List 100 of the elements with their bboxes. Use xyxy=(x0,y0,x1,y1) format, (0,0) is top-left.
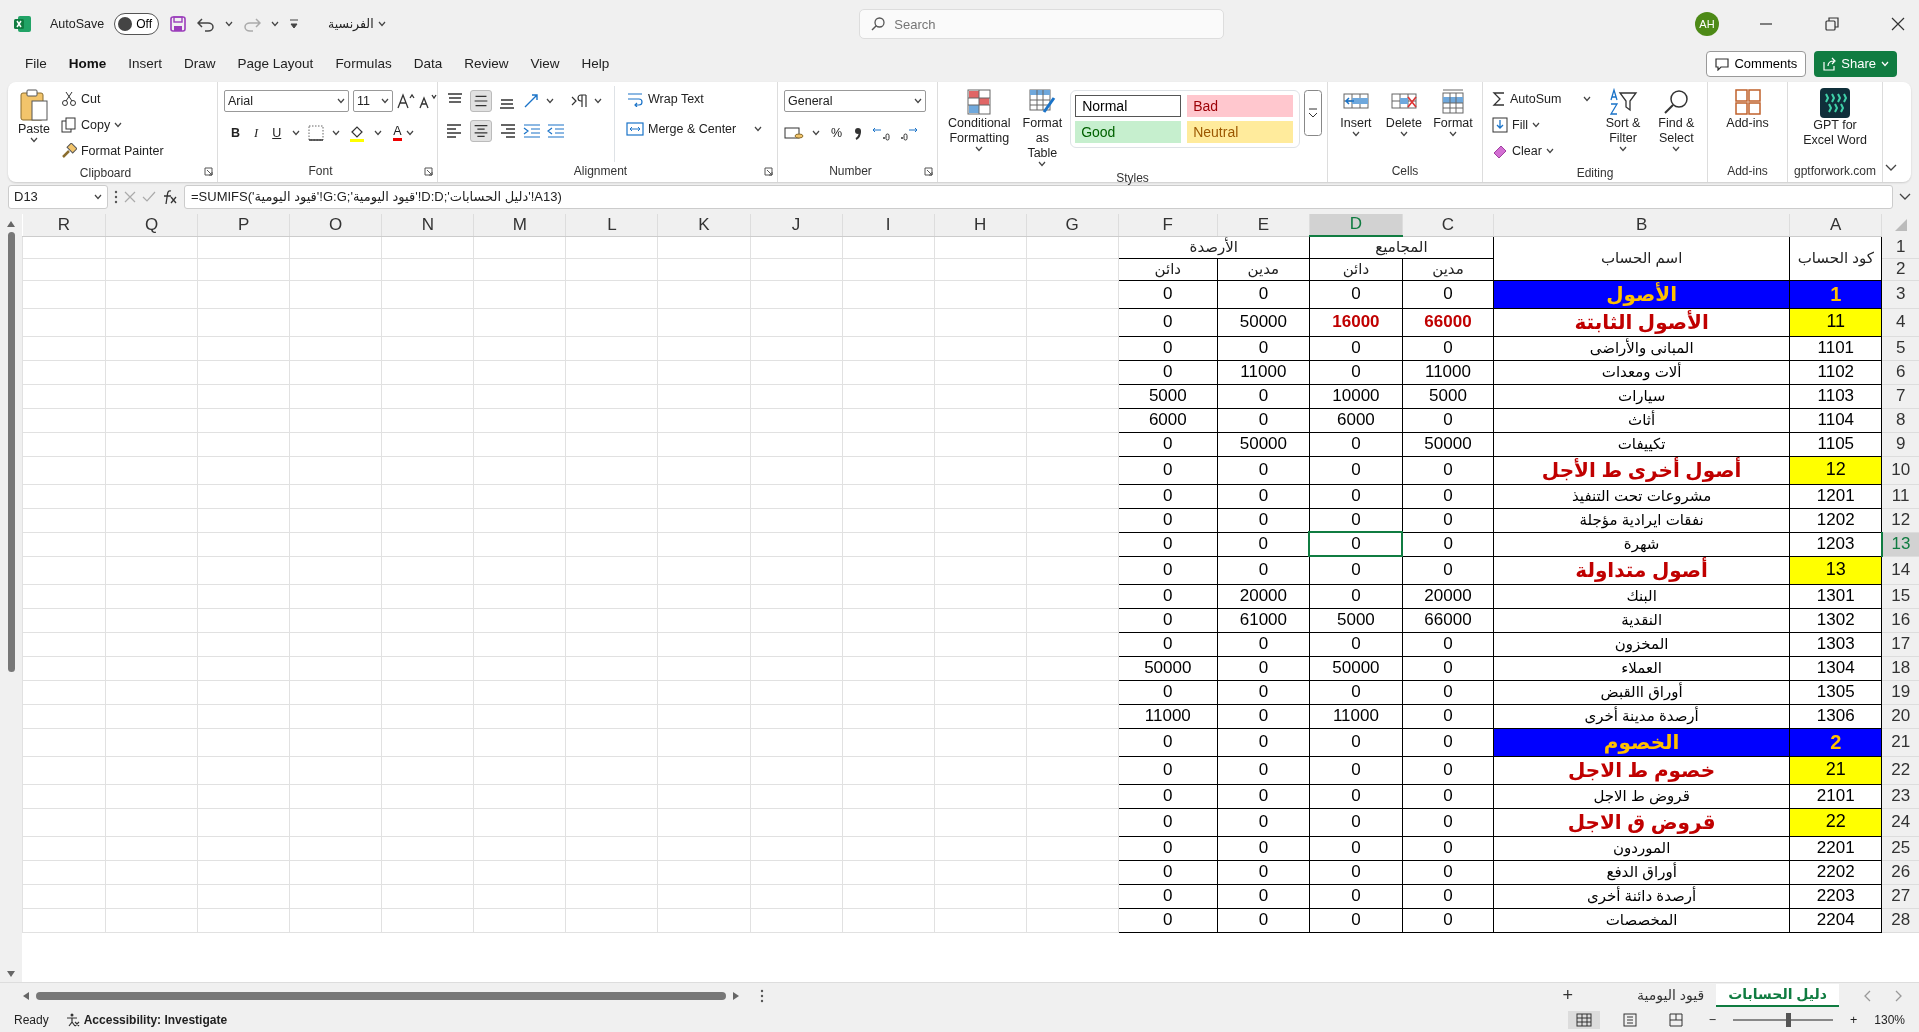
dialog-launcher-icon[interactable] xyxy=(204,167,213,176)
file-name-button[interactable]: الفرنسية xyxy=(325,11,389,37)
share-button[interactable]: Share xyxy=(1814,51,1897,77)
zoom-thumb[interactable] xyxy=(1786,1013,1791,1027)
menu-tab[interactable]: Draw xyxy=(173,49,227,79)
increase-indent-icon[interactable] xyxy=(522,122,542,140)
normal-view-button[interactable] xyxy=(1567,1011,1600,1029)
cell-style-option[interactable]: Normal xyxy=(1075,95,1182,117)
format-cells-button[interactable]: Format xyxy=(1430,86,1476,162)
column-header[interactable]: M xyxy=(473,214,566,236)
grow-font-icon[interactable] xyxy=(397,93,415,109)
menu-tab[interactable]: Help xyxy=(570,49,621,79)
menu-tab[interactable]: Data xyxy=(402,49,454,79)
menu-tab[interactable]: Formulas xyxy=(324,49,403,79)
column-header[interactable]: N xyxy=(381,214,474,236)
expand-formula-icon[interactable] xyxy=(1899,193,1911,201)
comma-style-icon[interactable] xyxy=(853,125,864,141)
copy-button[interactable]: Copy xyxy=(57,112,167,138)
avatar[interactable]: AH xyxy=(1695,12,1719,36)
center-align-icon[interactable] xyxy=(470,120,492,142)
italic-button[interactable]: I xyxy=(251,120,262,146)
delete-cells-button[interactable]: Delete xyxy=(1381,86,1426,162)
column-header[interactable]: G xyxy=(1026,214,1119,236)
column-header[interactable]: A xyxy=(1789,214,1882,236)
zoom-in-button[interactable]: + xyxy=(1847,1007,1861,1032)
scroll-down-icon[interactable] xyxy=(6,970,16,978)
column-header[interactable]: R xyxy=(22,214,106,236)
scrollbar-thumb[interactable] xyxy=(7,232,15,672)
number-format-field[interactable]: General xyxy=(784,90,926,112)
wrap-text-button[interactable]: Wrap Text xyxy=(623,86,766,112)
save-icon[interactable] xyxy=(169,15,187,33)
text-direction-icon[interactable] xyxy=(570,93,590,109)
bold-button[interactable]: B xyxy=(228,120,244,146)
column-header[interactable]: E xyxy=(1217,214,1310,236)
column-header[interactable]: D xyxy=(1309,214,1403,236)
more-options-icon[interactable] xyxy=(760,988,764,1003)
column-header[interactable]: B xyxy=(1493,214,1790,236)
dialog-launcher-icon[interactable] xyxy=(424,167,433,176)
underline-button[interactable]: U xyxy=(269,120,285,146)
column-header[interactable]: F xyxy=(1118,214,1218,236)
sheet-tab[interactable]: قيود اليومية xyxy=(1625,985,1717,1006)
sort-filter-button[interactable]: Sort & Filter xyxy=(1598,86,1648,164)
column-header[interactable]: L xyxy=(565,214,658,236)
fill-color-icon[interactable] xyxy=(348,124,367,142)
search-field[interactable]: Search xyxy=(859,9,1225,39)
clear-button[interactable]: Clear xyxy=(1489,138,1595,164)
font-color-button[interactable]: A xyxy=(390,120,417,146)
merge-center-button[interactable]: Merge & Center xyxy=(623,116,766,142)
formula-input[interactable]: =SUMIFS('قيود اليومية'!G:G;'قيود اليومية'!D:D;'دليل الحسابات'!A13) xyxy=(184,185,1893,209)
undo-icon[interactable] xyxy=(197,16,215,32)
column-header[interactable]: I xyxy=(842,214,935,236)
close-icon[interactable] xyxy=(1891,17,1905,31)
scroll-up-icon[interactable] xyxy=(6,220,16,228)
add-ins-button[interactable]: Add-ins xyxy=(1714,86,1781,162)
font-size-field[interactable]: 11 xyxy=(353,90,393,112)
customize-icon[interactable] xyxy=(289,19,299,29)
column-header[interactable]: Q xyxy=(105,214,198,236)
insert-cells-button[interactable]: Insert xyxy=(1334,86,1378,162)
comments-button[interactable]: Comments xyxy=(1706,51,1807,77)
format-as-table-button[interactable]: Format as Table xyxy=(1018,86,1067,169)
name-box[interactable]: D13 xyxy=(8,185,108,209)
collapse-ribbon-icon[interactable] xyxy=(1885,164,1897,172)
column-header[interactable]: K xyxy=(657,214,750,236)
menu-tab[interactable]: Home xyxy=(57,49,118,79)
scroll-right-icon[interactable] xyxy=(732,990,740,1001)
borders-icon[interactable] xyxy=(308,125,325,141)
conditional-formatting-button[interactable]: Conditional Formatting xyxy=(944,86,1015,169)
menu-tab[interactable]: View xyxy=(519,49,571,79)
cut-button[interactable]: Cut xyxy=(57,86,167,112)
row-header[interactable]: 1 xyxy=(1881,236,1919,258)
add-sheet-button[interactable]: + xyxy=(1550,982,1586,1009)
function-icon[interactable] xyxy=(162,189,178,205)
paste-button[interactable]: Paste xyxy=(14,86,54,164)
cell-style-option[interactable]: Neutral xyxy=(1187,121,1294,143)
column-header[interactable]: C xyxy=(1402,214,1494,236)
gpt-add-in-button[interactable]: GPT for Excel Word xyxy=(1794,86,1876,162)
sheet-tab[interactable]: دليل الحسابات xyxy=(1716,984,1839,1007)
percent-button[interactable]: % xyxy=(828,120,846,146)
find-select-button[interactable]: Find & Select xyxy=(1651,86,1701,164)
zoom-out-button[interactable]: − xyxy=(1705,1007,1719,1032)
column-header[interactable]: P xyxy=(197,214,290,236)
middle-align-icon[interactable] xyxy=(470,90,492,112)
zoom-level[interactable]: 130% xyxy=(1874,1011,1905,1029)
scroll-left-icon[interactable] xyxy=(22,990,30,1001)
dialog-launcher-icon[interactable] xyxy=(764,167,773,176)
format-painter-button[interactable]: Format Painter xyxy=(57,138,167,164)
scrollbar-thumb[interactable] xyxy=(36,991,726,1000)
column-header[interactable]: H xyxy=(934,214,1027,236)
autosave-toggle[interactable]: Off xyxy=(114,13,159,35)
dialog-launcher-icon[interactable] xyxy=(924,167,933,176)
accessibility-button[interactable]: Accessibility: Investigate xyxy=(62,1007,231,1032)
menu-tab[interactable]: Page Layout xyxy=(226,49,325,79)
more-styles-icon[interactable] xyxy=(1304,90,1323,136)
fill-button[interactable]: Fill xyxy=(1489,112,1595,138)
shrink-font-icon[interactable] xyxy=(419,93,437,109)
font-name-field[interactable]: Arial xyxy=(224,90,349,112)
menu-tab[interactable]: Review xyxy=(453,49,520,79)
column-header[interactable]: O xyxy=(289,214,382,236)
menu-tab[interactable]: Insert xyxy=(117,49,174,79)
decrease-indent-icon[interactable] xyxy=(546,122,566,140)
